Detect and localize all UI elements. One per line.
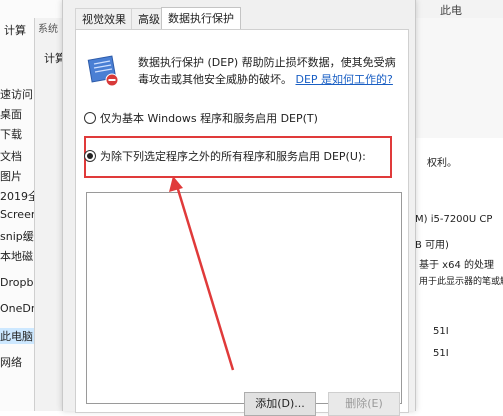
remove-button[interactable]: 删除(E) bbox=[328, 392, 400, 416]
system-info-pane: 权利。 M) i5-7200U CP B 可用) 基于 x64 的处理 用于此显… bbox=[415, 140, 503, 411]
option-all-except-label: 为除下列选定程序之外的所有程序和服务启用 DEP(U): bbox=[100, 150, 366, 163]
option-essential-only-label: 仅为基本 Windows 程序和服务启用 DEP(T) bbox=[100, 112, 318, 125]
info-copyright: 权利。 bbox=[427, 158, 457, 169]
dep-description: 数据执行保护 (DEP) 帮助防止损坏数据，使其免受病毒攻击或其他安全威胁的破坏… bbox=[138, 54, 400, 88]
nav-item-network[interactable]: 网络 bbox=[0, 354, 22, 370]
radio-all-except[interactable] bbox=[84, 150, 96, 162]
nav-item-computer[interactable]: 计算 bbox=[4, 22, 26, 38]
nav-item-snip[interactable]: snip缓 bbox=[0, 228, 34, 244]
dep-how-it-works-link[interactable]: DEP 是如何工作的? bbox=[296, 73, 393, 86]
shield-document-icon bbox=[87, 55, 119, 87]
excluded-programs-list[interactable] bbox=[86, 192, 402, 404]
dep-panel: 数据执行保护 (DEP) 帮助防止损坏数据，使其免受病毒攻击或其他安全威胁的破坏… bbox=[75, 29, 409, 416]
info-system-type: 基于 x64 的处理 bbox=[419, 260, 494, 271]
tab-strip: 视觉效果 高级 数据执行保护 bbox=[63, 7, 415, 31]
explorer-title: 此电 bbox=[440, 4, 462, 17]
nav-item-local-disk[interactable]: 本地磁 bbox=[0, 248, 33, 264]
info-line-a: 51I bbox=[433, 326, 449, 337]
background-window-top-right bbox=[412, 18, 503, 138]
info-processor: M) i5-7200U CP bbox=[415, 214, 493, 225]
nav-item-pictures[interactable]: 图片 bbox=[0, 168, 22, 184]
nav-item-downloads[interactable]: 下载 bbox=[0, 126, 22, 142]
tab-visual-effects[interactable]: 视觉效果 bbox=[75, 8, 133, 30]
performance-options-dialog: 视觉效果 高级 数据执行保护 数据执行保护 (DEP) 帮助防止损坏数据，使其免… bbox=[62, 0, 416, 416]
nav-item-screen[interactable]: Screen bbox=[0, 208, 38, 221]
info-memory: B 可用) bbox=[415, 240, 449, 251]
nav-item-quick-access[interactable]: 速访问 bbox=[0, 86, 33, 102]
nav-item-documents[interactable]: 文档 bbox=[0, 148, 22, 164]
nav-item-desktop[interactable]: 桌面 bbox=[0, 106, 22, 122]
info-line-b: 51I bbox=[433, 348, 449, 359]
add-button[interactable]: 添加(D)... bbox=[244, 392, 316, 416]
radio-essential-only[interactable] bbox=[84, 112, 96, 124]
tab-dep[interactable]: 数据执行保护 bbox=[161, 7, 241, 31]
info-pen-touch: 用于此显示器的笔或触控输 bbox=[419, 277, 503, 287]
system-properties-title: 系统 bbox=[38, 24, 58, 35]
